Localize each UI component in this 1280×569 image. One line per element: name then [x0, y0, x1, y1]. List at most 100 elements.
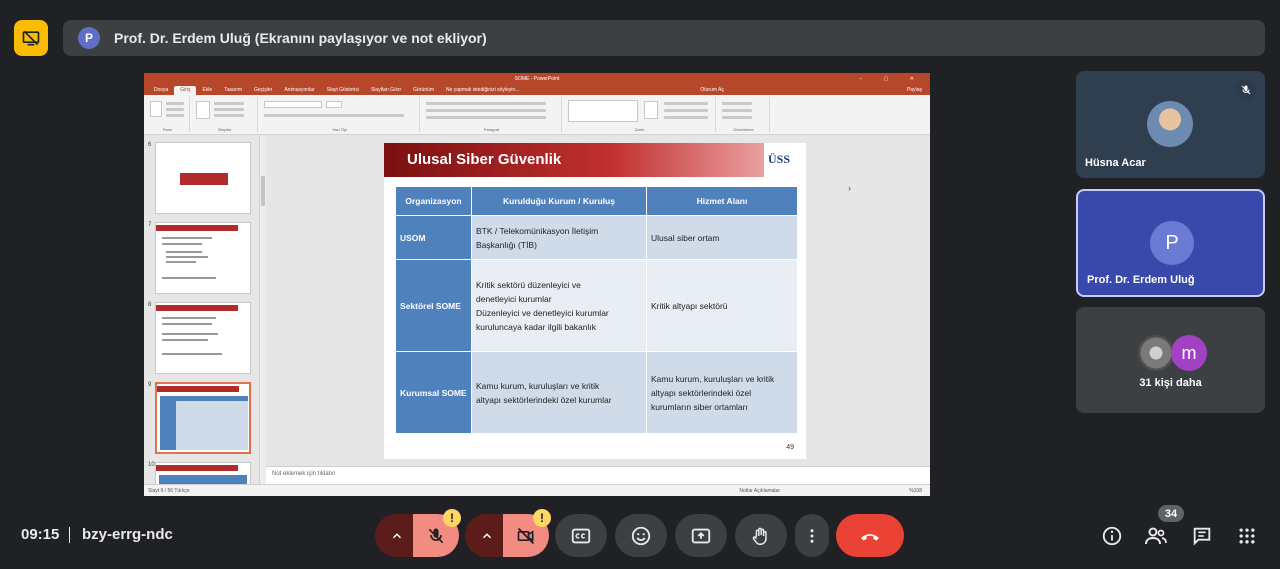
more-participants-tile[interactable]: m 31 kişi daha	[1076, 307, 1265, 413]
ppt-tab-slayt-gosterisi[interactable]: Slayt Gösterisi	[321, 86, 365, 95]
uss-logo: ÜSS	[768, 152, 791, 166]
slide-thumbnail-10[interactable]	[155, 462, 251, 484]
chat-icon	[1193, 527, 1211, 546]
leave-call-button[interactable]	[836, 514, 904, 557]
captions-button[interactable]	[555, 514, 607, 557]
meet-window: P Prof. Dr. Erdem Uluğ (Ekranını paylaşı…	[0, 0, 1280, 569]
ppt-tell-me[interactable]: Ne yapmak istediğinizi söyleyin...	[440, 86, 525, 95]
ppt-tab-gozden-gecir[interactable]: Slaytları Gözr	[365, 86, 407, 95]
hand-icon	[752, 527, 767, 545]
people-count-badge: 34	[1158, 505, 1184, 522]
participant-tile-husna[interactable]: Hüsna Acar	[1076, 71, 1265, 178]
hang-up-icon	[861, 533, 879, 540]
window-controls: – ▢ ✕	[859, 76, 924, 82]
chat-button[interactable]	[1188, 522, 1216, 550]
slide-thumbnail-9-selected[interactable]	[155, 382, 251, 454]
new-slide-icon[interactable]	[196, 101, 210, 119]
organization-table: Organizasyon Kurulduğu Kurum / Kuruluş H…	[395, 186, 798, 434]
mouse-pointer-icon: ›	[848, 183, 851, 193]
ribbon-group-pano: Pano	[146, 97, 190, 132]
cell-kurum: Kamu kurum, kuruluşları ve kritik altyapı…	[471, 351, 647, 434]
reactions-button[interactable]	[615, 514, 667, 557]
notes-field[interactable]: Not eklemek için tıklatın	[266, 466, 930, 484]
status-slide-info: Slayt 9 / 56 Türkçe	[148, 488, 190, 494]
ppt-tab-gecisler[interactable]: Geçişler	[248, 86, 278, 95]
ribbon-group-duzenleme: Düzenleme	[718, 97, 770, 132]
chevron-up-icon	[482, 532, 492, 538]
ppt-tab-tasarim[interactable]: Tasarım	[218, 86, 248, 95]
presentation-indicator[interactable]	[14, 20, 48, 56]
ppt-status-bar: Slayt 9 / 56 Türkçe Notlar Açıklamalar %…	[144, 484, 930, 496]
ppt-tab-animasyonlar[interactable]: Animasyonlar	[278, 86, 320, 95]
participant-avatar: P	[1150, 221, 1194, 265]
meeting-details-button[interactable]	[1098, 522, 1126, 550]
current-slide[interactable]: Ulusal Siber Güvenlik ÜSS Organizasyon K…	[384, 143, 806, 459]
camera-warning-badge: !	[533, 509, 551, 527]
slide-page-number: 49	[786, 444, 794, 451]
activities-button[interactable]	[1233, 522, 1261, 550]
ribbon-label-pano: Pano	[162, 127, 173, 132]
ribbon-label-paragraf: Paragraf	[483, 127, 500, 132]
arrange-icon[interactable]	[644, 101, 658, 119]
mic-warning-badge: !	[443, 509, 461, 527]
cell-org: Sektörel SOME	[395, 259, 472, 352]
ribbon-group-cizim: Çizim	[564, 97, 716, 132]
presenter-banner-text: Prof. Dr. Erdem Uluğ (Ekranını paylaşıyo…	[114, 30, 487, 46]
table-row: Sektörel SOME Kritik sektörü düzenleyici…	[395, 259, 798, 352]
header-organizasyon: Organizasyon	[395, 186, 472, 216]
font-name-select[interactable]	[264, 101, 322, 108]
cell-hizmet: Kritik altyapı sektörü	[646, 259, 798, 352]
thumb-number: 6	[148, 142, 152, 148]
people-button[interactable]	[1142, 522, 1170, 550]
ppt-tab-dosya[interactable]: Dosya	[148, 86, 174, 95]
shapes-gallery[interactable]	[568, 100, 638, 122]
meeting-code[interactable]: bzy-errg-ndc	[82, 526, 173, 543]
table-row: USOM BTK / Telekomünikasyon İletişim Başk…	[395, 215, 798, 260]
divider	[69, 527, 70, 543]
cell-org: USOM	[395, 215, 472, 260]
ppt-tab-ekle[interactable]: Ekle	[196, 86, 218, 95]
presenter-banner: P Prof. Dr. Erdem Uluğ (Ekranını paylaşı…	[63, 20, 1265, 56]
presenter-avatar: P	[78, 27, 100, 49]
slide-thumbnail-8[interactable]	[155, 302, 251, 374]
shared-screen: SOME - PowerPoint – ▢ ✕ Dosya Giriş Ekle…	[144, 73, 930, 496]
people-icon	[1145, 527, 1167, 545]
cell-kurum: BTK / Telekomünikasyon İletişim Başkanlığ…	[471, 215, 647, 260]
ribbon-label-cizim: Çizim	[634, 127, 645, 132]
ppt-title-bar: SOME - PowerPoint – ▢ ✕	[144, 73, 930, 85]
status-notes-comments[interactable]: Notlar Açıklamalar	[739, 488, 780, 494]
cell-kurum: Kritik sektörü düzenleyici ve denetleyici…	[471, 259, 647, 352]
paste-icon[interactable]	[150, 101, 162, 117]
ribbon-group-yazi-tipi: Yazı Tipi	[260, 97, 420, 132]
slide-thumbnail-6[interactable]	[155, 142, 251, 214]
ppt-share[interactable]: Paylaş	[899, 86, 930, 95]
more-participants-count: 31 kişi daha	[1139, 377, 1202, 389]
chevron-up-icon	[392, 532, 402, 538]
table-row: Kurumsal SOME Kamu kurum, kuruluşları ve…	[395, 351, 798, 434]
slide-thumbnail-7[interactable]	[155, 222, 251, 294]
more-vert-icon	[810, 528, 814, 543]
ribbon-label-slaytlar: Slaytlar	[217, 127, 232, 132]
ppt-tab-gorunum[interactable]: Görünüm	[407, 86, 440, 95]
ribbon-label-duzenleme: Düzenleme	[733, 127, 754, 132]
more-options-button[interactable]	[795, 514, 829, 557]
info-icon	[1102, 526, 1122, 546]
ribbon-group-paragraf: Paragraf	[422, 97, 562, 132]
ppt-tab-giris[interactable]: Giriş	[174, 86, 197, 95]
present-screen-button[interactable]	[675, 514, 727, 557]
slide-title-bar: Ulusal Siber Güvenlik	[384, 143, 764, 177]
ppt-sign-in[interactable]: Oturum Aç	[692, 86, 732, 95]
participant-video-thumbnail	[1147, 101, 1193, 147]
ribbon-label-yazi-tipi: Yazı Tipi	[331, 127, 348, 132]
participant-tile-erdem[interactable]: P Prof. Dr. Erdem Uluğ	[1076, 189, 1265, 297]
raise-hand-button[interactable]	[735, 514, 787, 557]
thumb-number: 7	[148, 222, 152, 228]
present-screen-icon	[691, 528, 711, 543]
slide-thumbnails-pane[interactable]: 6 7 8 9 10	[144, 136, 260, 484]
mic-off-icon	[1235, 79, 1257, 101]
font-size-select[interactable]	[326, 101, 342, 108]
thumb-number: 9	[148, 382, 152, 388]
participant-name: Hüsna Acar	[1085, 157, 1146, 169]
header-kurum: Kurulduğu Kurum / Kuruluş	[471, 186, 647, 216]
zoom-level[interactable]: %108	[909, 488, 922, 494]
